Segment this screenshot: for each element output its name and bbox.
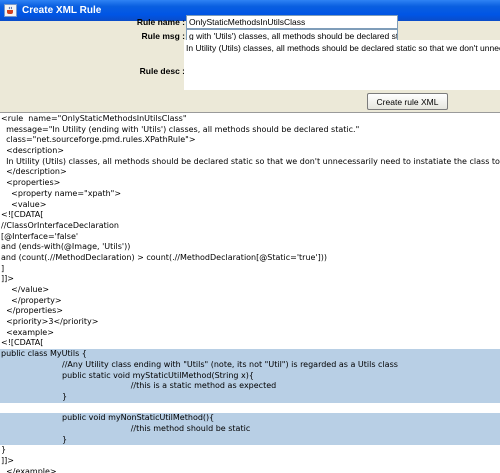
rule-desc-value: In Utility (Utils) classes, all methods … <box>186 43 500 53</box>
xml-line <box>0 403 500 414</box>
xml-line: and (count(.//MethodDeclaration) > count… <box>1 252 328 262</box>
xml-line: </description> <box>1 167 67 177</box>
xml-line: //ClassOrInterfaceDeclaration <box>1 220 119 230</box>
xml-line: //this method should be static <box>0 423 500 435</box>
xml-line: <value> <box>1 199 47 209</box>
create-rule-xml-button[interactable]: Create rule XML <box>367 93 448 110</box>
xml-line: </value> <box>1 285 50 294</box>
xml-line: <example> <box>1 327 54 337</box>
xml-line: public void myNonStaticUtilMethod(){ <box>0 413 500 424</box>
xml-line: public class MyUtils { <box>0 349 500 360</box>
rule-name-field[interactable]: OnlyStaticMethodsInUtilsClass <box>186 15 398 29</box>
xml-line: <property name="xpath"> <box>1 188 122 198</box>
xml-line: //this is a static method as expected <box>0 381 500 392</box>
xml-line: } <box>1 445 7 455</box>
xml-line: <rule name="OnlyStaticMethodsInUtilsClas… <box>1 114 187 123</box>
xml-line: and (ends-with(@Image, 'Utils')) <box>1 242 131 252</box>
xml-line: ]]> <box>1 274 14 284</box>
xml-line: message="In Utility (ending with 'Utils'… <box>1 124 360 134</box>
xml-line: } <box>0 434 500 446</box>
xml-line: ] <box>1 263 5 273</box>
window-title: Create XML Rule <box>22 5 102 16</box>
rule-desc-textarea[interactable]: In Utility (Utils) classes, all methods … <box>184 40 500 90</box>
xml-line: <description> <box>1 146 64 156</box>
xml-line: <properties> <box>1 178 61 188</box>
xml-line: <![CDATA[ <box>1 210 44 220</box>
java-cup-icon <box>4 4 17 17</box>
xml-line: <priority>3</priority> <box>1 317 99 327</box>
xml-line: </properties> <box>1 306 64 316</box>
rule-desc-label: Rule desc : <box>139 66 185 76</box>
xml-line: //Any Utility class ending with "Utils" … <box>0 359 500 371</box>
rule-msg-label: Rule msg : <box>141 31 185 41</box>
rule-name-label: Rule name : <box>136 17 185 27</box>
xml-line: } <box>0 391 500 403</box>
xml-line: public static void myStaticUtilMethod(St… <box>0 370 500 382</box>
rule-name-value: OnlyStaticMethodsInUtilsClass <box>189 17 306 27</box>
xml-line: In Utility (Utils) classes, all methods … <box>6 156 500 166</box>
xml-line: </example> <box>1 466 57 473</box>
xml-line: <![CDATA[ <box>1 338 44 348</box>
xml-line: </property> <box>1 295 62 305</box>
xml-line: [@Interface='false' <box>1 231 79 241</box>
xml-line: ]]> <box>1 456 14 465</box>
xml-line: class="net.sourceforge.pmd.rules.XPathRu… <box>1 135 196 145</box>
xml-output-textarea[interactable]: <rule name="OnlyStaticMethodsInUtilsClas… <box>0 112 500 473</box>
